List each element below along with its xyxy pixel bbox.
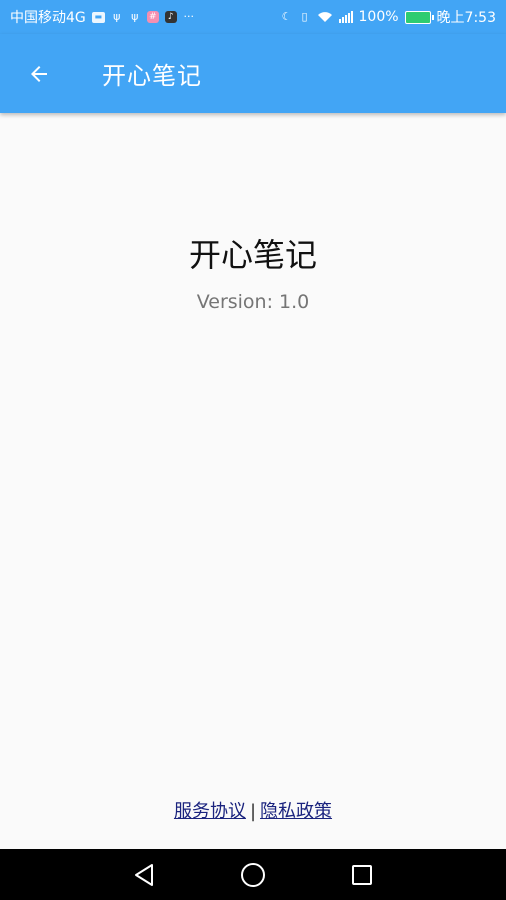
back-triangle-icon — [135, 863, 154, 886]
carrier-label: 中国移动4G — [10, 10, 86, 26]
home-circle-icon — [240, 862, 265, 887]
privacy-policy-link[interactable]: 隐私政策 — [260, 801, 332, 822]
briefcase-icon: ▬ — [91, 11, 105, 23]
usb-icon: ψ — [131, 10, 139, 23]
vibrate-icon: ▯ — [301, 10, 308, 23]
nav-recents-button[interactable] — [342, 855, 382, 895]
version-label: Version: 1.0 — [196, 291, 310, 313]
status-bar: 中国移动4G ▬ ψ ψ # ♪ ··· ☾ ▯ 100% 晚上7:53 — [0, 0, 506, 34]
link-separator: | — [249, 801, 257, 822]
signal-icon — [338, 11, 353, 23]
back-button[interactable] — [24, 59, 54, 89]
system-nav-bar — [0, 849, 506, 900]
service-agreement-link[interactable]: 服务协议 — [174, 801, 246, 822]
app-badge-icon: # — [146, 11, 159, 23]
tiktok-icon: ♪ — [164, 11, 177, 23]
moon-icon: ☾ — [281, 10, 292, 23]
nav-back-button[interactable] — [124, 855, 164, 895]
battery-icon — [404, 10, 434, 24]
status-right: ☾ ▯ 100% 晚上7:53 — [281, 7, 496, 27]
recents-square-icon — [351, 864, 372, 885]
about-content: 开心笔记 Version: 1.0 服务协议 | 隐私政策 — [0, 113, 506, 849]
app-name: 开心笔记 — [188, 236, 317, 274]
arrow-left-icon — [31, 65, 47, 82]
wifi-icon — [317, 10, 333, 24]
battery-percent: 100% — [358, 9, 399, 25]
app-bar: 开心笔记 — [0, 34, 506, 113]
clock: 晚上7:53 — [436, 10, 496, 26]
usb-icon: ψ — [113, 10, 121, 23]
status-left: 中国移动4G ▬ ψ ψ # ♪ ··· — [10, 7, 195, 27]
footer-links: 服务协议 | 隐私政策 — [0, 797, 506, 823]
nav-home-button[interactable] — [233, 855, 273, 895]
more-icon: ··· — [183, 10, 195, 23]
page-title: 开心笔记 — [102, 62, 202, 90]
